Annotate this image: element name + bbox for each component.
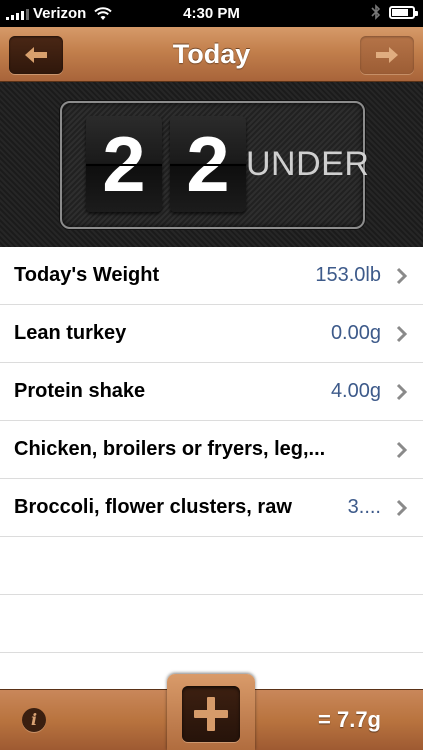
bluetooth-icon [371, 4, 381, 20]
total-label: = 7.7g [318, 707, 381, 732]
list-item[interactable]: Chicken, broilers or fryers, leg,... [0, 421, 423, 479]
list-item-value: 4.00g [330, 380, 381, 402]
list-item[interactable]: Lean turkey 0.00g [0, 305, 423, 363]
list-item-label: Lean turkey [14, 322, 127, 344]
chevron-right-icon [396, 383, 408, 401]
list-item-value: 3.... [347, 496, 381, 518]
status-bar: Verizon 4:30 PM [0, 0, 423, 27]
battery-icon [389, 5, 418, 19]
arrow-right-icon [376, 47, 398, 63]
counter-digit-ones: 2 [170, 116, 246, 212]
list-item[interactable]: Broccoli, flower clusters, raw 3.... [0, 479, 423, 537]
list-item-value: 153.0lb [315, 264, 381, 286]
list-item-label: Chicken, broilers or fryers, leg,... [14, 438, 326, 460]
counter-panel: 2 2 UNDER [0, 82, 423, 247]
status-time: 4:30 PM [183, 5, 240, 22]
chevron-right-icon [396, 267, 408, 285]
chevron-right-icon [396, 499, 408, 517]
navbar: Today [0, 27, 423, 82]
list-item-value: 0.00g [330, 322, 381, 344]
add-button-frame [167, 674, 255, 750]
list-item-label: Protein shake [14, 380, 146, 402]
add-food-button[interactable] [182, 686, 240, 742]
counter-status-label: UNDER [246, 145, 370, 183]
status-right [371, 4, 418, 20]
counter-digit-tens: 2 [86, 116, 162, 212]
chevron-right-icon [396, 325, 408, 343]
info-icon[interactable]: i [22, 708, 46, 732]
counter-display[interactable]: 2 2 UNDER [60, 101, 369, 229]
list-item-label: Broccoli, flower clusters, raw [14, 496, 292, 518]
list-item[interactable]: Protein shake 4.00g [0, 363, 423, 421]
food-list: Today's Weight 153.0lb Lean turkey 0.00g… [0, 247, 423, 689]
next-day-button[interactable] [360, 36, 414, 74]
empty-list-row [0, 595, 423, 653]
empty-list-row [0, 537, 423, 595]
list-item-weight[interactable]: Today's Weight 153.0lb [0, 247, 423, 305]
list-item-label: Today's Weight [14, 264, 160, 286]
chevron-right-icon [396, 441, 408, 459]
bottom-toolbar: i = 7.7g [0, 674, 423, 750]
